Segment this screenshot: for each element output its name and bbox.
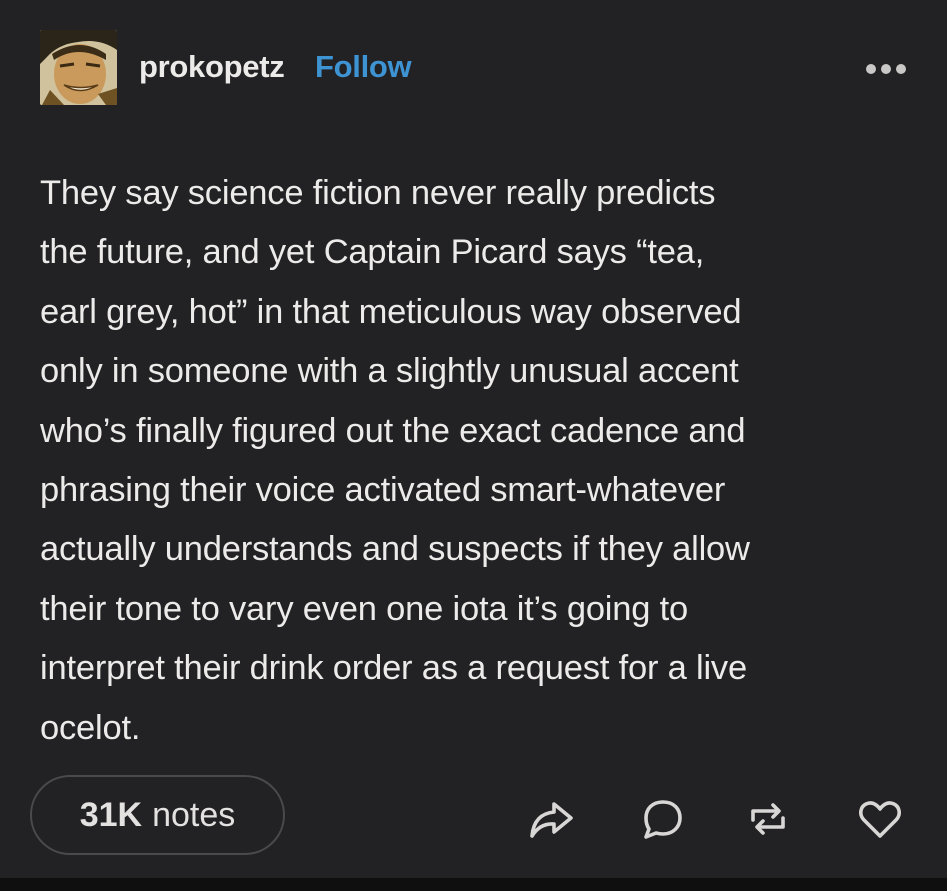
reblog-icon[interactable] xyxy=(745,796,791,842)
more-options-icon[interactable] xyxy=(862,58,910,80)
post-body-line: actually understands and suspects if the… xyxy=(40,530,750,569)
post-body-line: only in someone with a slightly unusual … xyxy=(40,352,739,391)
post-body-line: who’s finally figured out the exact cade… xyxy=(40,411,746,450)
post-author-username[interactable]: prokopetz xyxy=(139,49,285,85)
post-body-line: earl grey, hot” in that meticulous way o… xyxy=(40,292,742,331)
notes-label: notes xyxy=(152,795,236,834)
follow-button[interactable]: Follow xyxy=(315,49,412,85)
post-body-line: ocelot. xyxy=(40,708,141,747)
post-body-line: interpret their drink order as a request… xyxy=(40,649,747,688)
post-body-line: the future, and yet Captain Picard says … xyxy=(40,233,705,272)
share-icon[interactable] xyxy=(528,796,574,842)
notes-button[interactable]: 31K notes xyxy=(30,775,285,855)
more-dot xyxy=(896,64,906,74)
post-body-line: their tone to vary even one iota it’s go… xyxy=(40,589,689,628)
bottom-edge xyxy=(0,878,947,891)
post-body: They say science fiction never really pr… xyxy=(40,164,920,758)
more-dot xyxy=(881,64,891,74)
notes-count: 31K xyxy=(79,795,143,834)
post-card: prokopetz Follow They say science fictio… xyxy=(0,0,947,878)
avatar[interactable] xyxy=(40,30,117,105)
reply-icon[interactable] xyxy=(640,796,686,842)
post-body-line: They say science fiction never really pr… xyxy=(40,174,716,212)
more-dot xyxy=(866,64,876,74)
post-body-line: phrasing their voice activated smart-wha… xyxy=(40,471,726,510)
like-icon[interactable] xyxy=(857,796,903,842)
